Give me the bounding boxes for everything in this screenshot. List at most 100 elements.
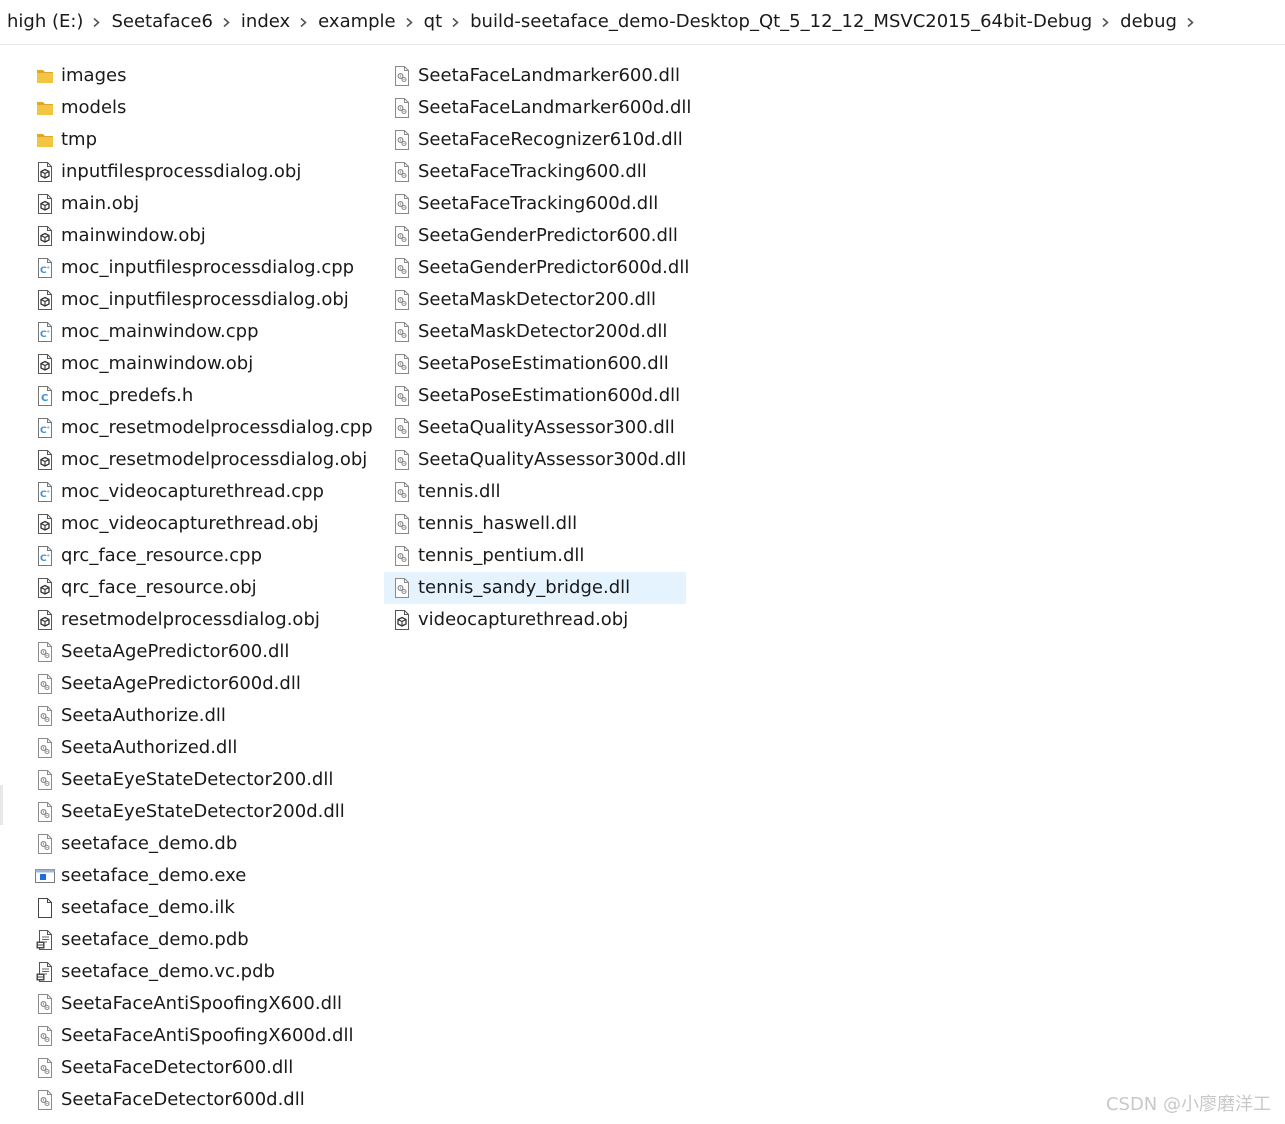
file-item[interactable]: SeetaMaskDetector200d.dll bbox=[384, 316, 686, 348]
breadcrumb-item[interactable]: example bbox=[318, 9, 395, 35]
dll-file-icon bbox=[391, 257, 413, 279]
chevron-right-icon[interactable] bbox=[442, 9, 470, 35]
file-item[interactable]: SeetaPoseEstimation600.dll bbox=[384, 348, 686, 380]
file-item[interactable]: resetmodelprocessdialog.obj bbox=[28, 604, 368, 636]
dll-file-icon bbox=[34, 769, 56, 791]
file-item[interactable]: seetaface_demo.vc.pdb bbox=[28, 956, 368, 988]
dll-file-icon bbox=[34, 993, 56, 1015]
file-item[interactable]: seetaface_demo.pdb bbox=[28, 924, 368, 956]
dll-file-icon bbox=[391, 65, 413, 87]
file-item[interactable]: C + moc_resetmodelprocessdialog.cpp bbox=[28, 412, 373, 444]
csdn-watermark: CSDN @小廖磨洋工 bbox=[1105, 1094, 1271, 1115]
obj-file-icon bbox=[34, 289, 56, 311]
file-item[interactable]: SeetaFaceAntiSpoofingX600.dll bbox=[28, 988, 368, 1020]
file-name: moc_mainwindow.obj bbox=[61, 353, 254, 374]
file-item[interactable]: moc_videocapturethread.obj bbox=[28, 508, 368, 540]
file-name: tennis.dll bbox=[418, 481, 501, 502]
file-item[interactable]: SeetaQualityAssessor300d.dll bbox=[384, 444, 686, 476]
breadcrumb-item[interactable]: qt bbox=[424, 9, 442, 35]
file-item[interactable]: SeetaFaceRecognizer610d.dll bbox=[384, 124, 686, 156]
file-item[interactable]: C + moc_mainwindow.cpp bbox=[28, 316, 368, 348]
file-item[interactable]: seetaface_demo.exe bbox=[28, 860, 368, 892]
chevron-right-icon[interactable] bbox=[290, 9, 318, 35]
file-name: SeetaFaceLandmarker600.dll bbox=[418, 65, 680, 86]
breadcrumb-item[interactable]: build-seetaface_demo-Desktop_Qt_5_12_12_… bbox=[470, 9, 1092, 35]
file-item[interactable]: inputfilesprocessdialog.obj bbox=[28, 156, 368, 188]
file-item[interactable]: moc_resetmodelprocessdialog.obj bbox=[28, 444, 368, 476]
file-item[interactable]: tennis.dll bbox=[384, 476, 686, 508]
breadcrumb-item[interactable]: high (E:) bbox=[7, 9, 83, 35]
file-item[interactable]: tennis_haswell.dll bbox=[384, 508, 686, 540]
breadcrumb-item[interactable]: Seetaface6 bbox=[111, 9, 212, 35]
file-item[interactable]: SeetaQualityAssessor300.dll bbox=[384, 412, 686, 444]
file-item[interactable]: SeetaAuthorized.dll bbox=[28, 732, 368, 764]
file-name: qrc_face_resource.cpp bbox=[61, 545, 262, 566]
address-bar[interactable]: high (E:) Seetaface6 index example qt build-s… bbox=[0, 0, 1285, 45]
breadcrumb-item[interactable]: debug bbox=[1120, 9, 1177, 35]
file-column-2: SeetaFaceLandmarker600.dll SeetaFaceLandm… bbox=[384, 60, 691, 636]
file-item[interactable]: SeetaMaskDetector200.dll bbox=[384, 284, 686, 316]
obj-file-icon bbox=[34, 193, 56, 215]
file-item[interactable]: tennis_sandy_bridge.dll bbox=[384, 572, 686, 604]
chevron-right-icon[interactable] bbox=[1177, 9, 1205, 35]
cpp-file-icon: C + bbox=[34, 545, 56, 567]
file-name: SeetaEyeStateDetector200.dll bbox=[61, 769, 334, 790]
obj-file-icon bbox=[34, 577, 56, 599]
breadcrumb-item[interactable]: index bbox=[241, 9, 290, 35]
file-item[interactable]: SeetaFaceDetector600d.dll bbox=[28, 1084, 368, 1116]
file-name: seetaface_demo.vc.pdb bbox=[61, 961, 275, 982]
file-item[interactable]: qrc_face_resource.obj bbox=[28, 572, 368, 604]
file-name: tmp bbox=[61, 129, 98, 150]
file-item[interactable]: SeetaGenderPredictor600d.dll bbox=[384, 252, 689, 284]
folder-item[interactable]: tmp bbox=[28, 124, 368, 156]
file-name: inputfilesprocessdialog.obj bbox=[61, 161, 302, 182]
file-item[interactable]: seetaface_demo.ilk bbox=[28, 892, 368, 924]
folder-item[interactable]: models bbox=[28, 92, 368, 124]
file-name: moc_inputfilesprocessdialog.obj bbox=[61, 289, 349, 310]
file-name: SeetaFaceAntiSpoofingX600.dll bbox=[61, 993, 343, 1014]
file-name: images bbox=[61, 65, 127, 86]
file-item[interactable]: SeetaFaceAntiSpoofingX600d.dll bbox=[28, 1020, 368, 1052]
file-item[interactable]: SeetaFaceLandmarker600.dll bbox=[384, 60, 686, 92]
file-item[interactable]: moc_mainwindow.obj bbox=[28, 348, 368, 380]
file-item[interactable]: mainwindow.obj bbox=[28, 220, 368, 252]
chevron-right-icon[interactable] bbox=[1092, 9, 1120, 35]
chevron-right-icon[interactable] bbox=[83, 9, 111, 35]
pdb-file-icon bbox=[34, 961, 56, 983]
resize-handle[interactable] bbox=[0, 785, 3, 825]
file-item[interactable]: moc_inputfilesprocessdialog.obj bbox=[28, 284, 368, 316]
obj-file-icon bbox=[391, 609, 413, 631]
file-name: moc_predefs.h bbox=[61, 385, 194, 406]
chevron-right-icon[interactable] bbox=[396, 9, 424, 35]
file-item[interactable]: Cmoc_predefs.h bbox=[28, 380, 368, 412]
file-item[interactable]: SeetaFaceLandmarker600d.dll bbox=[384, 92, 691, 124]
file-name: tennis_sandy_bridge.dll bbox=[418, 577, 631, 598]
folder-item[interactable]: images bbox=[28, 60, 368, 92]
file-item[interactable]: SeetaFaceTracking600.dll bbox=[384, 156, 686, 188]
file-item[interactable]: SeetaGenderPredictor600.dll bbox=[384, 220, 686, 252]
file-item[interactable]: SeetaPoseEstimation600d.dll bbox=[384, 380, 686, 412]
file-item[interactable]: SeetaEyeStateDetector200d.dll bbox=[28, 796, 368, 828]
file-item[interactable]: C + moc_videocapturethread.cpp bbox=[28, 476, 368, 508]
file-item[interactable]: C + qrc_face_resource.cpp bbox=[28, 540, 368, 572]
obj-file-icon bbox=[34, 513, 56, 535]
cpp-file-icon: C + bbox=[34, 417, 56, 439]
file-item[interactable]: SeetaAgePredictor600d.dll bbox=[28, 668, 368, 700]
file-name: SeetaGenderPredictor600.dll bbox=[418, 225, 678, 246]
file-item[interactable]: SeetaFaceDetector600.dll bbox=[28, 1052, 368, 1084]
file-item[interactable]: seetaface_demo.db bbox=[28, 828, 368, 860]
file-name: SeetaQualityAssessor300.dll bbox=[418, 417, 675, 438]
chevron-right-icon[interactable] bbox=[213, 9, 241, 35]
file-item[interactable]: main.obj bbox=[28, 188, 368, 220]
file-name: moc_videocapturethread.cpp bbox=[61, 481, 324, 502]
file-item[interactable]: tennis_pentium.dll bbox=[384, 540, 686, 572]
file-item[interactable]: SeetaFaceTracking600d.dll bbox=[384, 188, 686, 220]
file-item[interactable]: SeetaEyeStateDetector200.dll bbox=[28, 764, 368, 796]
dll-file-icon bbox=[34, 673, 56, 695]
svg-text:+: + bbox=[46, 425, 50, 431]
file-item[interactable]: SeetaAuthorize.dll bbox=[28, 700, 368, 732]
obj-file-icon bbox=[34, 449, 56, 471]
file-item[interactable]: videocapturethread.obj bbox=[384, 604, 686, 636]
file-item[interactable]: C + moc_inputfilesprocessdialog.cpp bbox=[28, 252, 368, 284]
file-item[interactable]: SeetaAgePredictor600.dll bbox=[28, 636, 368, 668]
